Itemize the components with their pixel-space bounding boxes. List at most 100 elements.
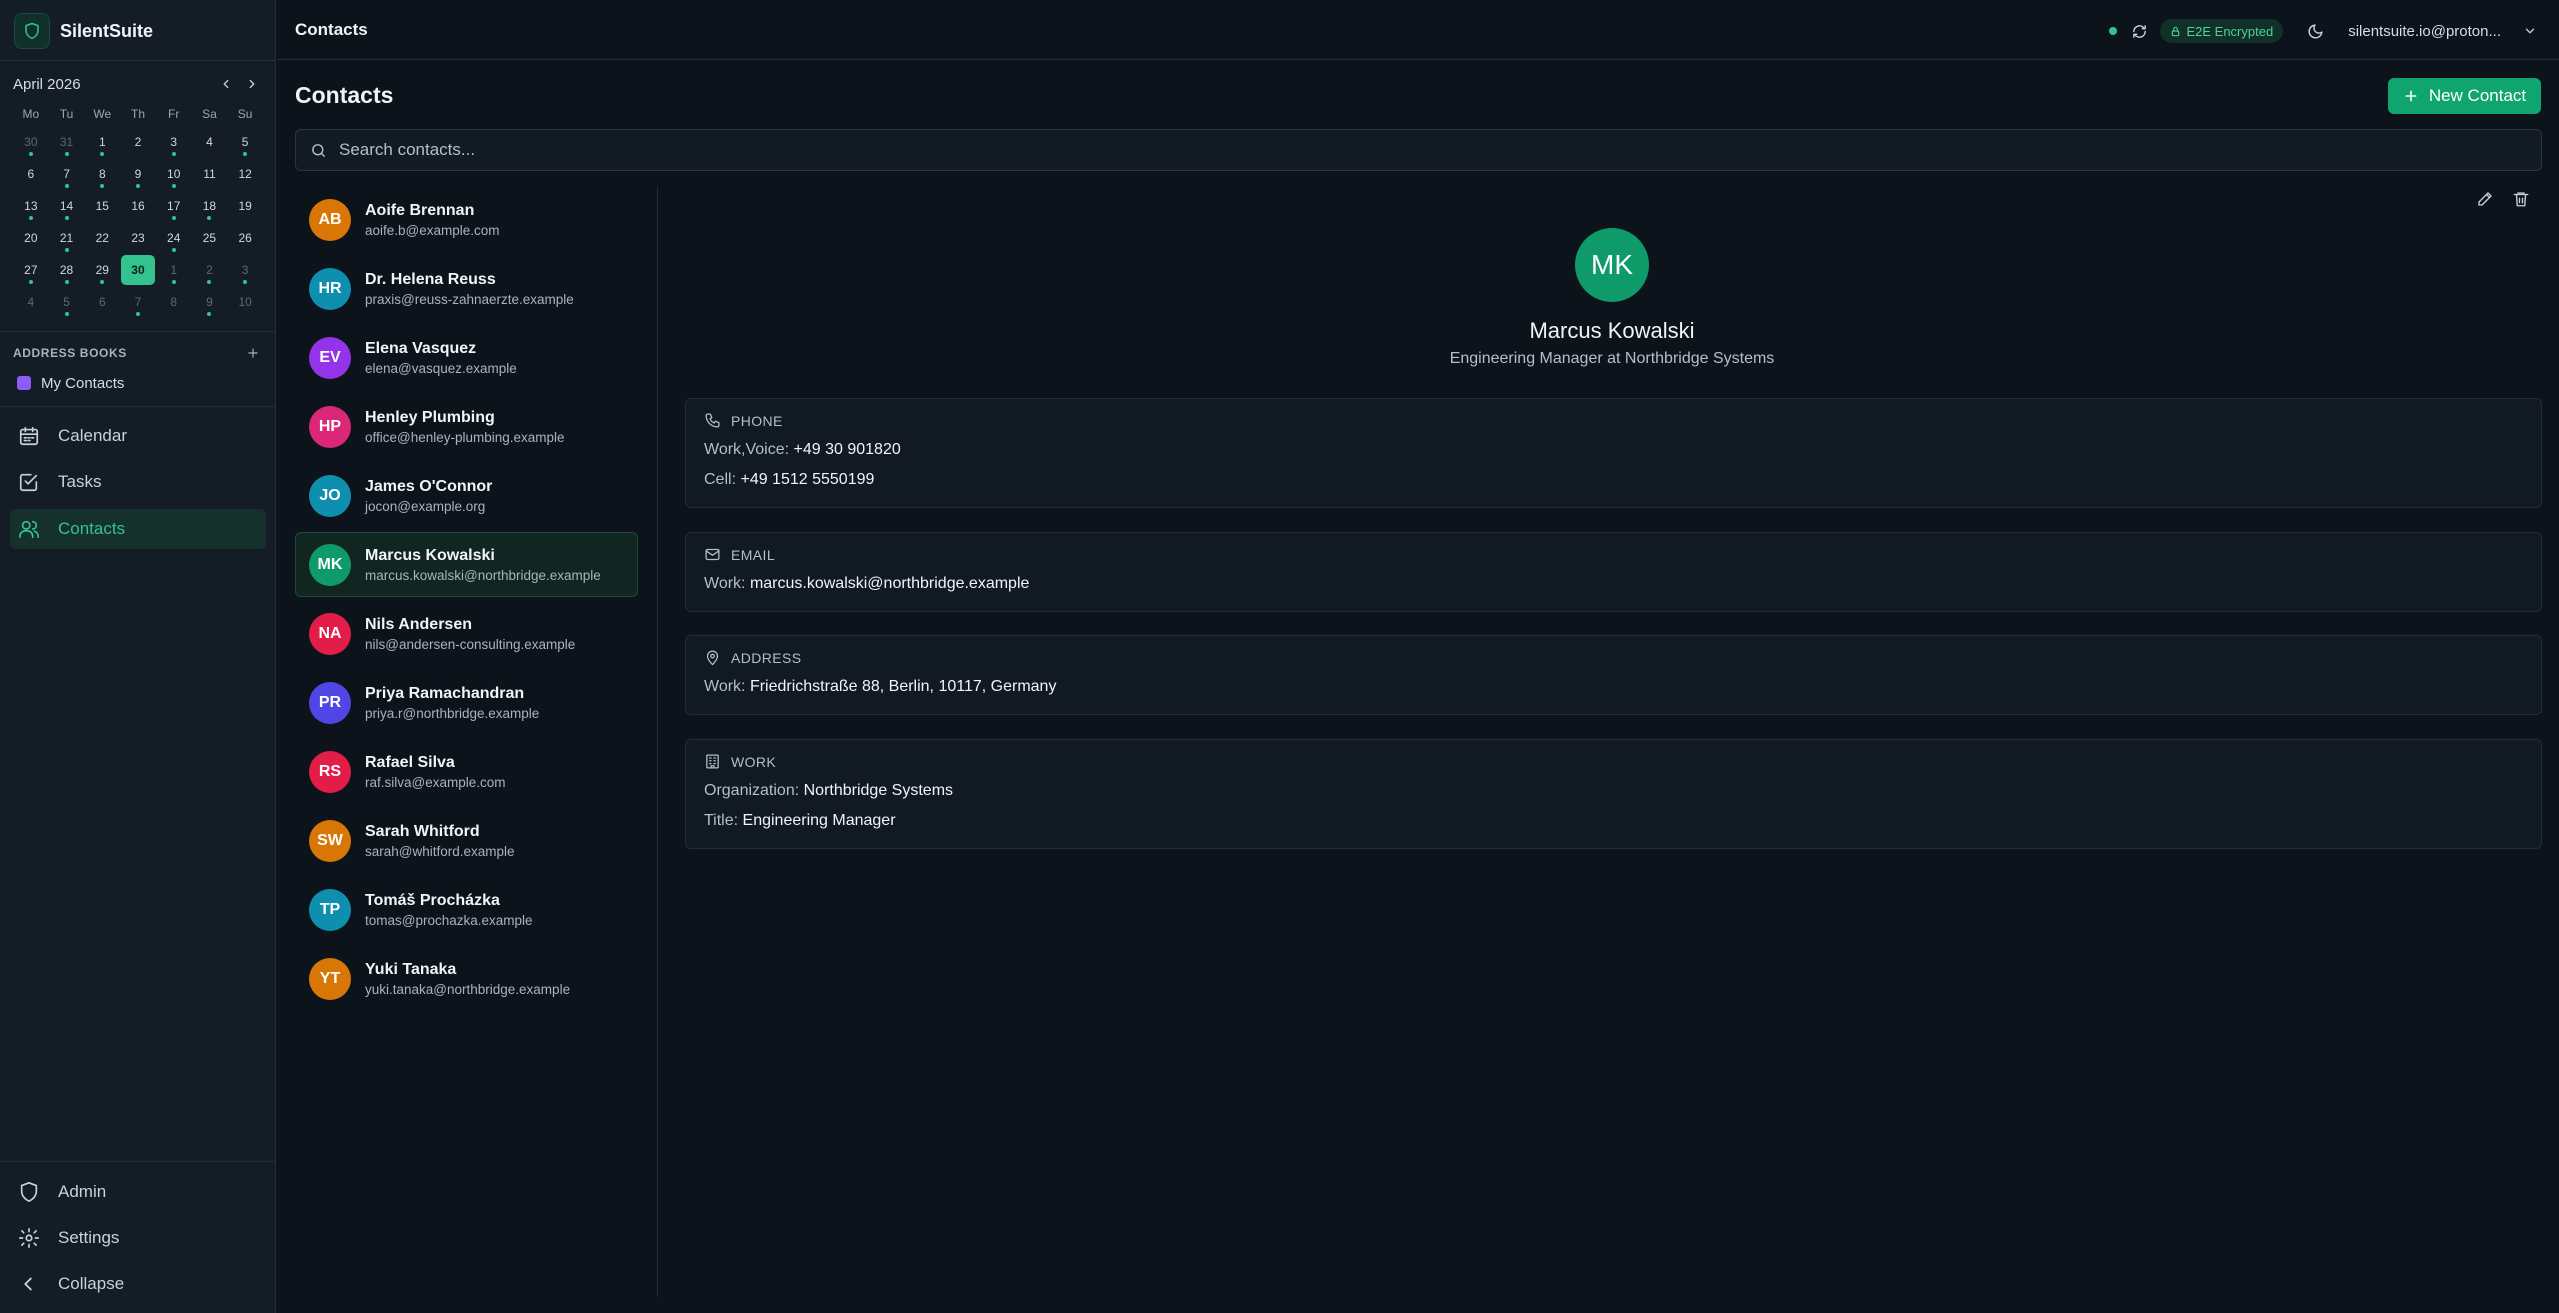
calendar-day[interactable]: 2	[120, 126, 156, 158]
calendar-day[interactable]: 10	[227, 286, 263, 318]
contact-list-item[interactable]: JO James O'Connor jocon@example.org	[295, 463, 638, 528]
calendar-day[interactable]: 10	[156, 158, 192, 190]
contact-list-item[interactable]: HR Dr. Helena Reuss praxis@reuss-zahnaerzt…	[295, 256, 638, 321]
day-number: 13	[24, 199, 38, 213]
calendar-day[interactable]: 21	[49, 222, 85, 254]
account-dropdown-button[interactable]	[2523, 24, 2537, 38]
calendar-day[interactable]: 5	[49, 286, 85, 318]
phone-row[interactable]: Work,Voice: +49 30 901820	[704, 441, 901, 459]
prev-month-button[interactable]	[215, 73, 237, 95]
calendar-day[interactable]: 14	[49, 190, 85, 222]
calendar-day[interactable]: 15	[84, 190, 120, 222]
contact-list-item[interactable]: SW Sarah Whitford sarah@whitford.example	[295, 808, 638, 873]
calendar-day[interactable]: 20	[13, 222, 49, 254]
calendar-day[interactable]: 22	[84, 222, 120, 254]
email-card: EMAIL Work: marcus.kowalski@northbridge.…	[685, 532, 2542, 612]
calendar-day[interactable]: 8	[156, 286, 192, 318]
day-number: 23	[131, 231, 145, 245]
calendar-day[interactable]: 27	[13, 254, 49, 286]
avatar: EV	[309, 336, 351, 379]
collapse-sidebar-button[interactable]: Collapse	[10, 1264, 266, 1304]
email-row[interactable]: Work: marcus.kowalski@northbridge.exampl…	[704, 575, 1029, 593]
calendar-day[interactable]: 13	[13, 190, 49, 222]
address-book-my-contacts[interactable]: My Contacts	[13, 371, 263, 395]
calendar-day[interactable]: 7	[120, 286, 156, 318]
theme-toggle-button[interactable]	[2307, 23, 2324, 40]
new-contact-button[interactable]: New Contact	[2388, 78, 2541, 114]
calendar-day[interactable]: 11	[192, 158, 228, 190]
day-number: 30	[120, 255, 155, 285]
calendar-day[interactable]: 18	[192, 190, 228, 222]
calendar-day[interactable]: 16	[120, 190, 156, 222]
calendar-day[interactable]: 17	[156, 190, 192, 222]
app-name: SilentSuite	[60, 20, 154, 41]
calendar-day[interactable]: 19	[227, 190, 263, 222]
work-row[interactable]: Organization: Northbridge Systems	[704, 782, 953, 800]
calendar-day[interactable]: 9	[192, 286, 228, 318]
event-dot	[135, 312, 140, 316]
calendar-day[interactable]: 7	[49, 158, 85, 190]
calendar-day[interactable]: 6	[13, 158, 49, 190]
calendar-day[interactable]: 9	[120, 158, 156, 190]
contact-list-item[interactable]: EV Elena Vasquez elena@vasquez.example	[295, 325, 638, 390]
calendar-day[interactable]: 12	[227, 158, 263, 190]
contact-list-item[interactable]: YT Yuki Tanaka yuki.tanaka@northbridge.exa…	[295, 946, 638, 1011]
calendar-day[interactable]: 5	[227, 126, 263, 158]
weekday-label: Su	[237, 107, 253, 121]
calendar-day-today[interactable]: 30	[120, 254, 156, 286]
calendar-day[interactable]: 3	[227, 254, 263, 286]
new-contact-label: New Contact	[2428, 86, 2527, 105]
contact-list-item[interactable]: PR Priya Ramachandran priya.r@northbridge.…	[295, 670, 638, 735]
search-bar[interactable]	[295, 129, 2542, 171]
account-menu[interactable]: silentsuite.io@proton...	[2348, 23, 2501, 40]
calendar-day[interactable]: 25	[192, 222, 228, 254]
calendar-day[interactable]: 28	[49, 254, 85, 286]
calendar-day[interactable]: 4	[192, 126, 228, 158]
nav-calendar[interactable]: Calendar	[10, 416, 266, 456]
nav-admin[interactable]: Admin	[10, 1172, 266, 1212]
calendar-day[interactable]: 4	[13, 286, 49, 318]
mini-calendar: April 2026 Mo Tu We Th Fr Sa Su 30 31 1 2 3 4 5 6 7 8 9 10…	[13, 72, 263, 318]
calendar-day[interactable]: 2	[192, 254, 228, 286]
nav-tasks[interactable]: Tasks	[10, 462, 266, 502]
nav-settings[interactable]: Settings	[10, 1218, 266, 1258]
contact-list-item[interactable]: HP Henley Plumbing office@henley-plumbing.…	[295, 394, 638, 459]
search-input[interactable]	[339, 140, 2489, 160]
contact-list-item[interactable]: MK Marcus Kowalski marcus.kowalski@northbr…	[295, 532, 638, 597]
calendar-day[interactable]: 6	[84, 286, 120, 318]
work-row[interactable]: Title: Engineering Manager	[704, 812, 896, 830]
calendar-day[interactable]: 8	[84, 158, 120, 190]
day-number: 2	[134, 135, 142, 149]
event-dot	[171, 280, 176, 284]
calendar-day[interactable]: 23	[120, 222, 156, 254]
contact-list-item[interactable]: RS Rafael Silva raf.silva@example.com	[295, 739, 638, 804]
calendar-day[interactable]: 3	[156, 126, 192, 158]
nav-contacts[interactable]: Contacts	[10, 509, 266, 549]
address-row[interactable]: Work: Friedrichstraße 88, Berlin, 10117,…	[704, 678, 1056, 696]
calendar-day[interactable]: 30	[13, 126, 49, 158]
contact-list-item[interactable]: TP Tomáš Procházka tomas@prochazka.example	[295, 877, 638, 942]
edit-contact-button[interactable]	[2476, 190, 2494, 208]
event-dot	[64, 216, 69, 220]
calendar-day[interactable]: 29	[84, 254, 120, 286]
phone-row[interactable]: Cell: +49 1512 5550199	[704, 471, 874, 489]
calendar-day[interactable]: 31	[49, 126, 85, 158]
contact-list-item[interactable]: AB Aoife Brennan aoife.b@example.com	[295, 187, 638, 252]
delete-contact-button[interactable]	[2512, 190, 2530, 208]
avatar: AB	[309, 198, 351, 241]
day-number: 7	[134, 295, 142, 309]
calendar-day[interactable]: 26	[227, 222, 263, 254]
calendar-day[interactable]: 1	[84, 126, 120, 158]
contact-list-item[interactable]: NA Nils Andersen nils@andersen-consulting.…	[295, 601, 638, 666]
phone-type: Work,Voice:	[704, 441, 790, 458]
day-number: 2	[206, 263, 213, 277]
users-icon	[19, 520, 39, 539]
add-address-book-button[interactable]	[243, 343, 263, 363]
brand[interactable]: SilentSuite	[14, 13, 154, 49]
sync-button[interactable]	[2131, 23, 2148, 40]
calendar-day[interactable]: 24	[156, 222, 192, 254]
calendar-day[interactable]: 1	[156, 254, 192, 286]
next-month-button[interactable]	[241, 73, 263, 95]
chevron-down-icon	[2525, 28, 2535, 34]
event-dot	[207, 216, 212, 220]
